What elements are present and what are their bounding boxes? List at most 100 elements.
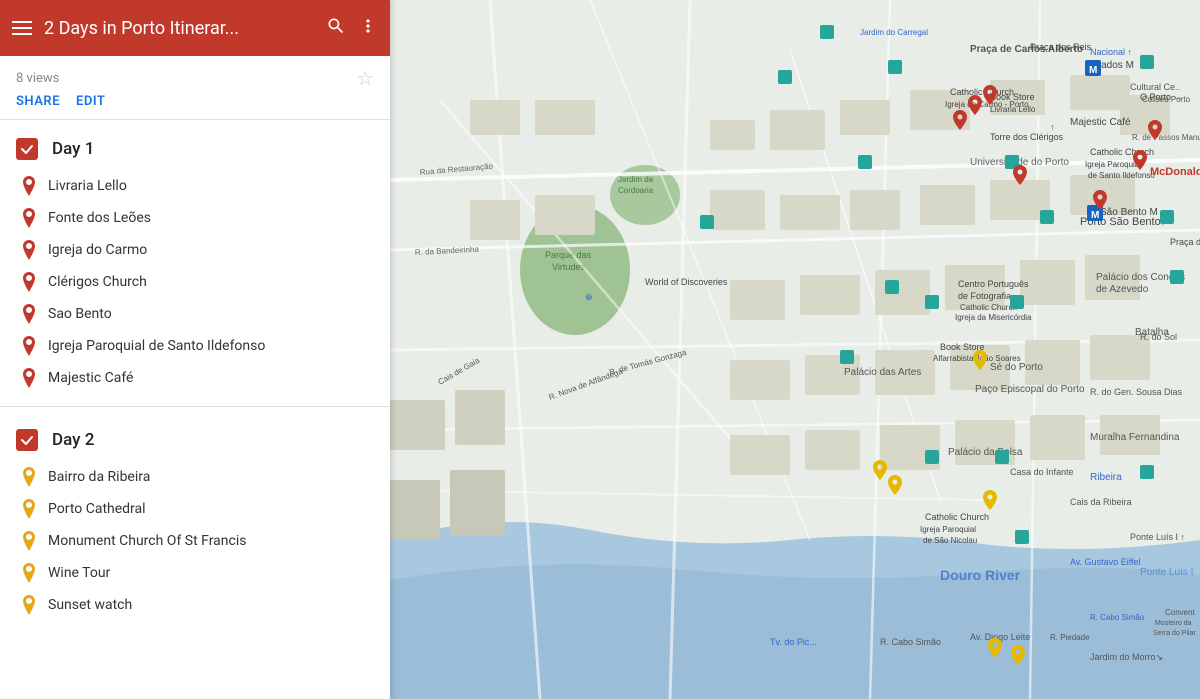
svg-text:R. de Passos Manuel: R. de Passos Manuel bbox=[1132, 133, 1200, 142]
svg-text:O Porto →: O Porto → bbox=[1140, 92, 1183, 102]
place-name: Wine Tour bbox=[48, 565, 110, 581]
svg-text:R. Cabo Simão: R. Cabo Simão bbox=[1090, 613, 1145, 622]
svg-text:Livraria Lello: Livraria Lello bbox=[990, 105, 1036, 114]
list-item[interactable]: Igreja do Carmo bbox=[0, 234, 390, 266]
svg-text:Palácio da Bolsa: Palácio da Bolsa bbox=[948, 447, 1023, 458]
svg-text:McDonald's: McDonald's bbox=[1150, 166, 1200, 178]
pin-red-icon bbox=[20, 369, 38, 387]
day2-checkbox[interactable] bbox=[16, 429, 38, 451]
svg-text:Jardim da: Jardim da bbox=[618, 175, 654, 184]
pin-red-icon bbox=[20, 273, 38, 291]
list-item[interactable]: Sunset watch bbox=[0, 589, 390, 621]
map-svg: Parque das Virtudes Jardim da Cordoaria bbox=[390, 0, 1200, 699]
place-name: Igreja do Carmo bbox=[48, 242, 147, 258]
svg-text:Cais da Ribeira: Cais da Ribeira bbox=[1070, 497, 1132, 507]
svg-text:Douro River: Douro River bbox=[940, 567, 1021, 583]
list-item[interactable]: Clérigos Church bbox=[0, 266, 390, 298]
day2-header[interactable]: Day 2 bbox=[0, 411, 390, 461]
svg-text:Igreja Paroquial: Igreja Paroquial bbox=[920, 525, 976, 534]
svg-text:Muralha Fernandina: Muralha Fernandina bbox=[1090, 432, 1180, 443]
list-item[interactable]: Sao Bento bbox=[0, 298, 390, 330]
share-button[interactable]: SHARE bbox=[16, 94, 60, 109]
svg-text:Paço Episcopal do Porto: Paço Episcopal do Porto bbox=[975, 384, 1085, 395]
star-icon[interactable]: ☆ bbox=[356, 66, 374, 90]
svg-text:Praça da Batalha: Praça da Batalha bbox=[1170, 237, 1200, 247]
svg-text:Jardim do Carregal: Jardim do Carregal bbox=[860, 28, 928, 37]
place-name: Livraria Lello bbox=[48, 178, 127, 194]
svg-text:Nacional ↑: Nacional ↑ bbox=[1090, 47, 1132, 57]
svg-text:Convent: Convent bbox=[1165, 608, 1196, 617]
svg-text:Ponte Luís I: Ponte Luís I bbox=[1140, 567, 1193, 578]
svg-text:Ribeira: Ribeira bbox=[1090, 472, 1122, 483]
pin-red-icon bbox=[20, 177, 38, 195]
pin-yellow-icon bbox=[20, 500, 38, 518]
svg-text:Sé do Porto: Sé do Porto bbox=[990, 362, 1043, 373]
place-name: Majestic Café bbox=[48, 370, 133, 386]
svg-text:Catholic Church: Catholic Church bbox=[960, 303, 1017, 312]
day1-place-list: Livraria Lello Fonte dos Leões Igreja do… bbox=[0, 170, 390, 402]
place-name: Monument Church Of St Francis bbox=[48, 533, 246, 549]
pin-red-icon bbox=[20, 337, 38, 355]
svg-text:Igreja da Misericórdia: Igreja da Misericórdia bbox=[955, 313, 1032, 322]
list-item[interactable]: Porto Cathedral bbox=[0, 493, 390, 525]
svg-text:Casa do Infante: Casa do Infante bbox=[1010, 467, 1074, 477]
svg-text:Av. Gustavo Eiffel: Av. Gustavo Eiffel bbox=[1070, 557, 1141, 567]
day2-section: Day 2 Bairro da Ribeira Porto Cathedral … bbox=[0, 411, 390, 629]
svg-text:Catholic Church: Catholic Church bbox=[925, 512, 989, 522]
day1-checkbox[interactable] bbox=[16, 138, 38, 160]
svg-text:de São Nicolau: de São Nicolau bbox=[923, 536, 977, 545]
svg-text:⊕: ⊕ bbox=[585, 292, 593, 302]
place-name: Sao Bento bbox=[48, 306, 112, 322]
list-item[interactable]: Igreja Paroquial de Santo Ildefonso bbox=[0, 330, 390, 362]
svg-text:Jardim do Morro↘: Jardim do Morro↘ bbox=[1090, 652, 1163, 662]
pin-red-icon bbox=[20, 209, 38, 227]
place-name: Igreja Paroquial de Santo Ildefonso bbox=[48, 338, 265, 354]
svg-text:Tv. do Pic...: Tv. do Pic... bbox=[770, 637, 817, 647]
place-name: Sunset watch bbox=[48, 597, 132, 613]
section-divider bbox=[0, 406, 390, 407]
svg-text:Mosteiro da: Mosteiro da bbox=[1155, 620, 1192, 627]
pin-yellow-icon bbox=[20, 564, 38, 582]
svg-text:Cordoaria: Cordoaria bbox=[618, 186, 654, 195]
svg-text:↑: ↑ bbox=[1050, 122, 1055, 132]
svg-text:Praça dos Reis: Praça dos Reis bbox=[1030, 42, 1092, 52]
svg-text:World of Discoveries: World of Discoveries bbox=[645, 277, 728, 287]
place-name: Porto Cathedral bbox=[48, 501, 146, 517]
map-area[interactable]: Parque das Virtudes Jardim da Cordoaria bbox=[390, 0, 1200, 699]
pin-red-icon bbox=[20, 241, 38, 259]
svg-text:M: M bbox=[1089, 65, 1097, 76]
list-item[interactable]: Wine Tour bbox=[0, 557, 390, 589]
list-item[interactable]: Livraria Lello bbox=[0, 170, 390, 202]
header-title: 2 Days in Porto Itinerar... bbox=[44, 18, 314, 39]
menu-icon[interactable] bbox=[12, 21, 32, 35]
svg-text:Serra do Pilar: Serra do Pilar bbox=[1153, 630, 1196, 637]
svg-text:de Fotografia: de Fotografia bbox=[958, 291, 1011, 301]
list-item[interactable]: Bairro da Ribeira bbox=[0, 461, 390, 493]
views-row: 8 views ☆ bbox=[0, 56, 390, 90]
svg-text:Torre dos Clérigos: Torre dos Clérigos bbox=[990, 132, 1064, 142]
svg-text:R. Piedade: R. Piedade bbox=[1050, 633, 1090, 642]
place-name: Clérigos Church bbox=[48, 274, 147, 290]
edit-button[interactable]: EDIT bbox=[76, 94, 105, 109]
svg-text:R. do Sol: R. do Sol bbox=[1140, 332, 1177, 342]
action-row: SHARE EDIT bbox=[0, 90, 390, 120]
svg-text:Igreja Paroquial: Igreja Paroquial bbox=[1085, 160, 1141, 169]
list-item[interactable]: Majestic Café bbox=[0, 362, 390, 394]
svg-text:Majestic Café: Majestic Café bbox=[1070, 117, 1131, 128]
place-name: Bairro da Ribeira bbox=[48, 469, 150, 485]
svg-text:de Azevedo: de Azevedo bbox=[1096, 284, 1149, 295]
list-item[interactable]: Monument Church Of St Francis bbox=[0, 525, 390, 557]
day2-place-list: Bairro da Ribeira Porto Cathedral Monume… bbox=[0, 461, 390, 629]
place-name: Fonte dos Leões bbox=[48, 210, 151, 226]
svg-text:Cultural Ce..: Cultural Ce.. bbox=[1130, 82, 1180, 92]
pin-yellow-icon bbox=[20, 468, 38, 486]
list-item[interactable]: Fonte dos Leões bbox=[0, 202, 390, 234]
pin-yellow-icon bbox=[20, 532, 38, 550]
svg-text:R. Cabo Simão: R. Cabo Simão bbox=[880, 637, 941, 647]
svg-text:Palácio das Artes: Palácio das Artes bbox=[844, 367, 921, 378]
search-icon[interactable] bbox=[326, 16, 346, 41]
more-options-icon[interactable] bbox=[358, 16, 378, 41]
pin-red-icon bbox=[20, 305, 38, 323]
svg-text:Ponte Luís I ↑: Ponte Luís I ↑ bbox=[1130, 532, 1185, 542]
day1-header[interactable]: Day 1 bbox=[0, 120, 390, 170]
